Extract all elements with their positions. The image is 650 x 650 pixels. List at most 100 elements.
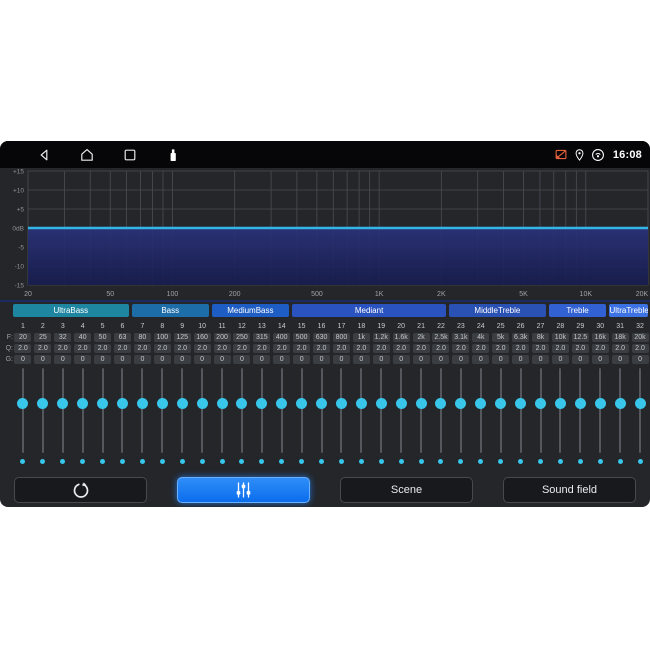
slider-track[interactable] <box>201 368 203 453</box>
slider-track[interactable] <box>161 368 163 453</box>
slider-track[interactable] <box>500 368 502 453</box>
slider-track[interactable] <box>321 368 323 453</box>
band-slider-22[interactable] <box>431 365 451 471</box>
slider-knob[interactable] <box>595 398 606 409</box>
slider-knob[interactable] <box>77 398 88 409</box>
slider-track[interactable] <box>221 368 223 453</box>
slider-knob[interactable] <box>17 398 28 409</box>
slider-track[interactable] <box>62 368 64 453</box>
slider-track[interactable] <box>520 368 522 453</box>
slider-track[interactable] <box>261 368 263 453</box>
band-slider-17[interactable] <box>332 365 352 471</box>
band-slider-25[interactable] <box>491 365 511 471</box>
band-slider-2[interactable] <box>33 365 53 471</box>
band-slider-10[interactable] <box>192 365 212 471</box>
band-slider-14[interactable] <box>272 365 292 471</box>
band-slider-31[interactable] <box>610 365 630 471</box>
back-icon[interactable] <box>36 147 52 163</box>
band-slider-4[interactable] <box>73 365 93 471</box>
band-slider-1[interactable] <box>13 365 33 471</box>
slider-knob[interactable] <box>276 398 287 409</box>
slider-track[interactable] <box>639 368 641 453</box>
slider-track[interactable] <box>420 368 422 453</box>
slider-knob[interactable] <box>217 398 228 409</box>
slider-knob[interactable] <box>376 398 387 409</box>
slider-track[interactable] <box>281 368 283 453</box>
slider-track[interactable] <box>22 368 24 453</box>
slider-track[interactable] <box>181 368 183 453</box>
band-slider-16[interactable] <box>312 365 332 471</box>
slider-knob[interactable] <box>575 398 586 409</box>
band-slider-21[interactable] <box>411 365 431 471</box>
equalizer-tab-button[interactable] <box>177 477 310 503</box>
slider-knob[interactable] <box>356 398 367 409</box>
slider-knob[interactable] <box>256 398 267 409</box>
slider-knob[interactable] <box>97 398 108 409</box>
band-slider-27[interactable] <box>531 365 551 471</box>
slider-track[interactable] <box>559 368 561 453</box>
slider-knob[interactable] <box>37 398 48 409</box>
slider-knob[interactable] <box>137 398 148 409</box>
reset-button[interactable] <box>14 477 147 503</box>
band-slider-5[interactable] <box>93 365 113 471</box>
slider-track[interactable] <box>480 368 482 453</box>
slider-knob[interactable] <box>416 398 427 409</box>
slider-track[interactable] <box>241 368 243 453</box>
band-slider-6[interactable] <box>113 365 133 471</box>
band-slider-3[interactable] <box>53 365 73 471</box>
slider-knob[interactable] <box>535 398 546 409</box>
slider-knob[interactable] <box>435 398 446 409</box>
usb-icon[interactable] <box>165 146 181 164</box>
band-slider-23[interactable] <box>451 365 471 471</box>
slider-track[interactable] <box>42 368 44 453</box>
slider-track[interactable] <box>301 368 303 453</box>
band-slider-12[interactable] <box>232 365 252 471</box>
slider-track[interactable] <box>619 368 621 453</box>
band-slider-26[interactable] <box>511 365 531 471</box>
slider-knob[interactable] <box>495 398 506 409</box>
slider-knob[interactable] <box>117 398 128 409</box>
sound-field-button[interactable]: Sound field <box>503 477 636 503</box>
slider-track[interactable] <box>380 368 382 453</box>
slider-knob[interactable] <box>157 398 168 409</box>
slider-track[interactable] <box>121 368 123 453</box>
slider-track[interactable] <box>400 368 402 453</box>
slider-track[interactable] <box>82 368 84 453</box>
slider-knob[interactable] <box>236 398 247 409</box>
slider-track[interactable] <box>102 368 104 453</box>
scene-button[interactable]: Scene <box>340 477 473 503</box>
slider-knob[interactable] <box>177 398 188 409</box>
band-slider-19[interactable] <box>371 365 391 471</box>
slider-knob[interactable] <box>455 398 466 409</box>
band-slider-30[interactable] <box>590 365 610 471</box>
slider-track[interactable] <box>440 368 442 453</box>
band-slider-8[interactable] <box>152 365 172 471</box>
band-slider-7[interactable] <box>132 365 152 471</box>
slider-knob[interactable] <box>57 398 68 409</box>
band-slider-9[interactable] <box>172 365 192 471</box>
slider-track[interactable] <box>460 368 462 453</box>
slider-knob[interactable] <box>635 398 646 409</box>
band-slider-15[interactable] <box>292 365 312 471</box>
band-slider-29[interactable] <box>570 365 590 471</box>
band-slider-11[interactable] <box>212 365 232 471</box>
recents-icon[interactable] <box>122 147 138 163</box>
slider-knob[interactable] <box>296 398 307 409</box>
band-slider-13[interactable] <box>252 365 272 471</box>
slider-knob[interactable] <box>396 398 407 409</box>
slider-knob[interactable] <box>555 398 566 409</box>
slider-knob[interactable] <box>336 398 347 409</box>
slider-track[interactable] <box>599 368 601 453</box>
slider-knob[interactable] <box>515 398 526 409</box>
band-slider-24[interactable] <box>471 365 491 471</box>
slider-track[interactable] <box>540 368 542 453</box>
band-slider-20[interactable] <box>391 365 411 471</box>
home-icon[interactable] <box>79 147 95 163</box>
slider-knob[interactable] <box>475 398 486 409</box>
slider-knob[interactable] <box>615 398 626 409</box>
band-slider-18[interactable] <box>351 365 371 471</box>
slider-track[interactable] <box>141 368 143 453</box>
band-slider-32[interactable] <box>630 365 650 471</box>
slider-track[interactable] <box>579 368 581 453</box>
slider-track[interactable] <box>340 368 342 453</box>
